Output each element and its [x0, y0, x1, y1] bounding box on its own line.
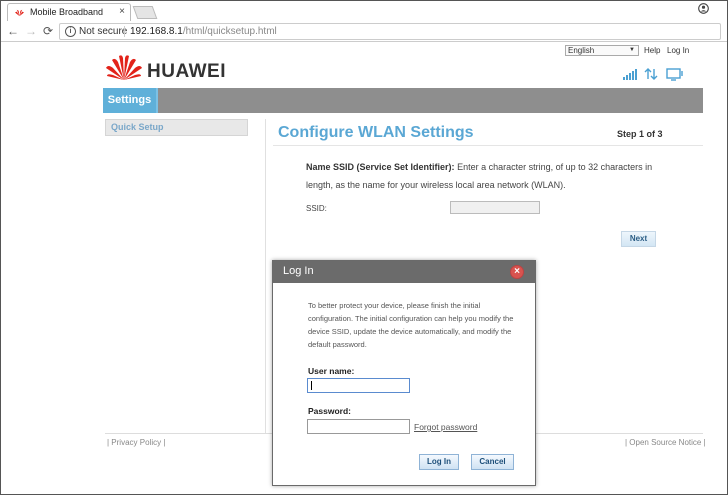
next-button[interactable]: Next: [621, 231, 656, 247]
brand-name: HUAWEI: [147, 61, 226, 82]
title-divider: [273, 145, 703, 146]
close-icon[interactable]: ×: [510, 265, 524, 279]
huawei-flower-icon: [106, 55, 142, 80]
cancel-button[interactable]: Cancel: [471, 454, 514, 470]
huawei-favicon-icon: [15, 9, 24, 17]
forward-arrow-icon[interactable]: →: [25, 24, 37, 38]
browser-tab[interactable]: Mobile Broadband ×: [7, 3, 131, 21]
new-tab-button[interactable]: [132, 6, 158, 19]
username-field[interactable]: [307, 378, 410, 393]
browser-tab-bar: Mobile Broadband ×: [1, 1, 727, 21]
url-field[interactable]: i Not secure 192.168.8.1/html/quicksetup…: [59, 23, 721, 40]
text-caret: [311, 381, 312, 390]
url-host: 192.168.8.1: [130, 26, 183, 37]
login-button[interactable]: Log In: [419, 454, 459, 470]
menu-settings-tab[interactable]: Settings: [103, 88, 158, 113]
dialog-header: Log In ×: [273, 261, 535, 283]
page-title: Configure WLAN Settings: [278, 124, 474, 141]
ssid-description: Name SSID (Service Set Identifier): Ente…: [306, 158, 656, 194]
content-divider: [265, 119, 266, 434]
top-menu-bar: Settings: [103, 88, 703, 113]
dialog-title: Log In: [283, 265, 314, 277]
forgot-password-link[interactable]: Forgot password: [414, 422, 477, 432]
dialog-message: To better protect your device, please fi…: [308, 301, 514, 349]
address-bar: ← → ⟳ i Not secure 192.168.8.1/html/quic…: [1, 21, 727, 42]
login-link[interactable]: Log In: [667, 46, 689, 55]
tab-close-icon[interactable]: ×: [119, 6, 125, 17]
password-field[interactable]: [307, 419, 410, 434]
dropdown-arrow-icon: ▼: [629, 47, 635, 53]
data-transfer-icon: [644, 68, 658, 80]
ssid-label: SSID:: [306, 204, 327, 213]
ssid-description-bold: Name SSID (Service Set Identifier):: [306, 162, 455, 172]
language-select[interactable]: English ▼: [565, 45, 639, 56]
url-path: /html/quicksetup.html: [182, 26, 277, 37]
login-dialog: Log In × To better protect your device, …: [272, 260, 536, 486]
tab-title: Mobile Broadband: [30, 7, 104, 17]
open-source-notice-link[interactable]: | Open Source Notice |: [625, 438, 706, 447]
reload-icon[interactable]: ⟳: [43, 24, 53, 38]
status-icons: [623, 67, 687, 81]
omnibox-divider: [124, 26, 125, 37]
router-web-page: English ▼ Help Log In HUAWEI Settings Qu…: [1, 43, 727, 494]
info-icon[interactable]: i: [65, 26, 76, 37]
computer-connected-icon: [666, 68, 683, 81]
ssid-input[interactable]: [450, 201, 540, 214]
privacy-policy-link[interactable]: | Privacy Policy |: [107, 438, 165, 447]
signal-strength-icon: [623, 69, 637, 80]
url-text: 192.168.8.1/html/quicksetup.html: [130, 26, 277, 37]
language-value: English: [568, 46, 595, 55]
username-label: User name:: [308, 366, 355, 376]
not-secure-label: Not secure: [79, 26, 128, 37]
sidebar-item-quick-setup[interactable]: Quick Setup: [105, 119, 248, 136]
help-link[interactable]: Help: [644, 46, 660, 55]
profile-icon[interactable]: [698, 3, 709, 17]
password-label: Password:: [308, 406, 351, 416]
back-arrow-icon[interactable]: ←: [7, 24, 19, 38]
step-indicator: Step 1 of 3: [617, 129, 663, 139]
